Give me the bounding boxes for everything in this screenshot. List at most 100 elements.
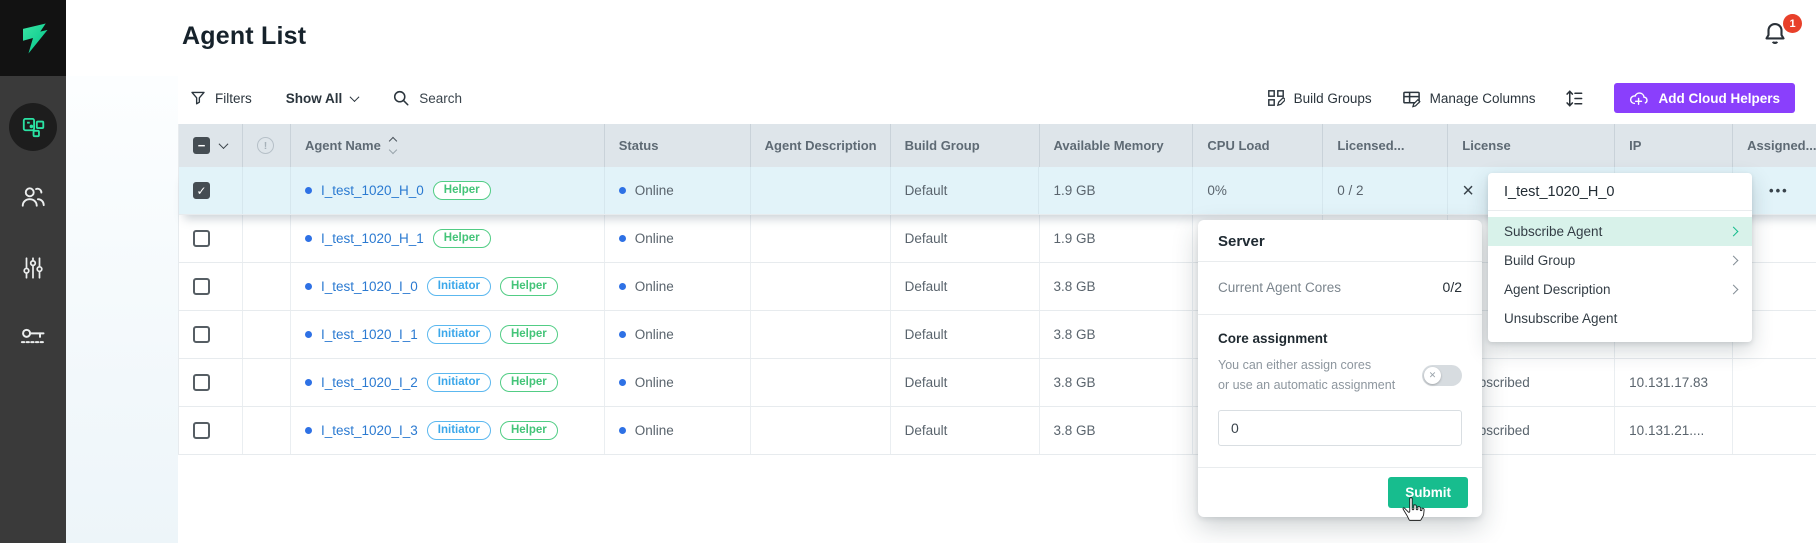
sliders-icon: [20, 255, 46, 281]
row-height-button[interactable]: [1565, 89, 1584, 108]
close-popup-icon[interactable]: ×: [1462, 181, 1474, 201]
column-header-8: Licensed...: [1323, 124, 1448, 167]
badge-helper: Helper: [433, 229, 491, 248]
automatic-assignment-toggle[interactable]: ✕: [1422, 365, 1462, 386]
cell-ip: 10.131.21....: [1615, 407, 1733, 454]
status-dot: [619, 379, 626, 386]
agents-network-icon: [20, 114, 46, 140]
row-checkbox[interactable]: [193, 230, 210, 247]
sidebar-item-settings[interactable]: [9, 244, 57, 292]
build-groups-button[interactable]: Build Groups: [1267, 89, 1372, 107]
core-assignment-popup: Server Current Agent Cores 0/2 Core assi…: [1198, 220, 1482, 517]
cell-status: Online: [605, 167, 751, 214]
select-options-chevron-icon[interactable]: [219, 139, 229, 149]
menu-item-agent-description[interactable]: Agent Description: [1488, 275, 1752, 304]
cloud-plus-icon: [1629, 90, 1649, 106]
incredibuild-logo[interactable]: [0, 0, 66, 76]
add-cloud-helpers-button[interactable]: Add Cloud Helpers: [1614, 83, 1795, 113]
select-all-checkbox[interactable]: −: [193, 137, 210, 154]
column-label: Status: [619, 138, 659, 153]
row-checkbox[interactable]: [193, 374, 210, 391]
row-actions-kebab-icon[interactable]: •••: [1769, 183, 1789, 198]
cell-select: [179, 263, 243, 310]
agent-name-link[interactable]: I_test_1020_I_2: [321, 375, 418, 390]
sort-agent-name-icon[interactable]: [390, 138, 396, 153]
core-assignment-section: Core assignment You can either assign co…: [1198, 315, 1482, 446]
toolbar-right: Build Groups Manage Columns Add Cloud He…: [1267, 80, 1795, 116]
notifications-bell[interactable]: 1: [1760, 18, 1800, 58]
menu-item-label: Unsubscribe Agent: [1504, 311, 1617, 326]
badge-initiator: Initiator: [427, 277, 491, 296]
manage-columns-button[interactable]: Manage Columns: [1402, 89, 1536, 108]
row-checkbox[interactable]: [193, 326, 210, 343]
cores-input[interactable]: [1218, 410, 1462, 446]
cell-build-group: Default: [891, 311, 1040, 358]
build-groups-icon: [1267, 89, 1285, 107]
status-text: Online: [635, 327, 674, 342]
agent-name-link[interactable]: I_test_1020_I_0: [321, 279, 418, 294]
cell-agent-name: I_test_1020_H_0Helper: [291, 167, 605, 214]
row-checkbox[interactable]: [193, 278, 210, 295]
show-filter-value: Show All: [286, 91, 343, 106]
column-label: CPU Load: [1207, 138, 1269, 153]
submenu-chevron-icon: [1729, 227, 1739, 237]
cell-alert: [243, 359, 291, 406]
sidebar-item-agents[interactable]: [9, 103, 57, 151]
row-checkbox[interactable]: [193, 422, 210, 439]
column-header-0: −: [179, 124, 243, 167]
status-dot: [619, 235, 626, 242]
cell-alert: [243, 311, 291, 358]
cell-agent-name: I_test_1020_I_0InitiatorHelper: [291, 263, 605, 310]
filters-button[interactable]: Filters: [190, 90, 252, 106]
submit-button[interactable]: Submit: [1388, 477, 1468, 508]
menu-item-unsubscribe-agent[interactable]: Unsubscribe Agent: [1488, 304, 1752, 333]
cell-build-group: Default: [891, 167, 1040, 214]
agent-name-link[interactable]: I_test_1020_I_3: [321, 423, 418, 438]
context-menu-items: Subscribe Agent Build GroupAgent Descript…: [1488, 217, 1752, 333]
cell-select: [179, 215, 243, 262]
status-dot: [619, 187, 626, 194]
column-label: Licensed...: [1337, 138, 1404, 153]
agent-online-dot: [305, 331, 312, 338]
current-cores-label: Current Agent Cores: [1218, 280, 1341, 295]
cell-alert: [243, 167, 291, 214]
menu-item-label: Subscribe Agent: [1504, 224, 1602, 239]
agent-name-link[interactable]: I_test_1020_H_0: [321, 183, 424, 198]
incredibuild-logo-icon: [13, 18, 53, 58]
column-label: License: [1462, 138, 1510, 153]
cell-description: [751, 407, 891, 454]
cell-agent-name: I_test_1020_I_3InitiatorHelper: [291, 407, 605, 454]
cell-actions: [1733, 359, 1816, 406]
sidebar-nav: [0, 76, 66, 362]
context-menu-title: I_test_1020_H_0: [1488, 173, 1752, 211]
search-icon: [392, 89, 410, 107]
cell-memory: 1.9 GB: [1040, 215, 1194, 262]
column-header-11: Assigned...: [1733, 124, 1816, 167]
badge-initiator: Initiator: [427, 325, 491, 344]
cell-status: Online: [605, 407, 751, 454]
toggle-off-x-icon: ✕: [1424, 367, 1441, 384]
add-cloud-helpers-label: Add Cloud Helpers: [1658, 91, 1780, 106]
cell-memory: 3.8 GB: [1040, 311, 1194, 358]
menu-item-subscribe-agent[interactable]: Subscribe Agent: [1488, 217, 1752, 246]
agent-online-dot: [305, 379, 312, 386]
status-text: Online: [635, 279, 674, 294]
agent-name-link[interactable]: I_test_1020_I_1: [321, 327, 418, 342]
build-groups-label: Build Groups: [1294, 91, 1372, 106]
status-dot: [619, 427, 626, 434]
submenu-chevron-icon: [1729, 285, 1739, 295]
cell-build-group: Default: [891, 359, 1040, 406]
show-filter-dropdown[interactable]: Show All: [286, 91, 359, 106]
key-icon: [19, 324, 47, 352]
search-button[interactable]: Search: [392, 89, 462, 107]
cell-agent-name: I_test_1020_I_2InitiatorHelper: [291, 359, 605, 406]
alerts-column-icon: !: [257, 137, 274, 154]
menu-item-build-group[interactable]: Build Group: [1488, 246, 1752, 275]
agent-name-link[interactable]: I_test_1020_H_1: [321, 231, 424, 246]
current-cores-value: 0/2: [1443, 279, 1462, 295]
row-checkbox[interactable]: ✓: [193, 182, 210, 199]
cell-select: ✓: [179, 167, 243, 214]
sidebar-item-license[interactable]: [9, 314, 57, 362]
column-header-10: IP: [1615, 124, 1733, 167]
sidebar-item-users[interactable]: [9, 173, 57, 221]
